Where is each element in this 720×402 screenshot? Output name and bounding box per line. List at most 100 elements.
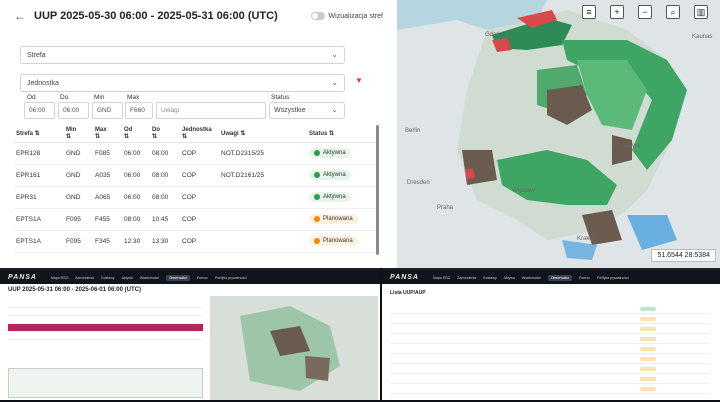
zone-brown-2[interactable] (612, 135, 632, 165)
col-do[interactable]: Do ⇅ (150, 125, 180, 143)
nav-item[interactable]: Dostawy (483, 276, 496, 280)
nav-item[interactable]: Aktywa (122, 276, 133, 280)
pansa-logo: PANSA (8, 273, 37, 281)
zone-brown-3[interactable] (462, 150, 497, 185)
col-status[interactable]: Status ⇅ (307, 125, 380, 143)
nav-item[interactable]: Obserwator (547, 274, 573, 281)
nav-item[interactable]: Mapa RSO (51, 276, 68, 280)
jednostka-select[interactable]: Jednostka ⌄ (20, 74, 345, 92)
cell-max: A035 (93, 164, 122, 187)
nav-item[interactable]: Wiadomości (140, 276, 159, 280)
city-label: Warszawa (612, 143, 640, 149)
status-badge: Aktywna (309, 148, 351, 158)
status-badge (640, 366, 656, 371)
city-label: Kaunas (692, 34, 713, 40)
zones-toggle[interactable] (310, 12, 325, 20)
col-strefa[interactable]: Strefa ⇅ (14, 125, 64, 143)
nav-item[interactable]: Pomoc (197, 276, 208, 280)
max-input[interactable]: F660 (125, 102, 153, 119)
list-item[interactable] (390, 324, 710, 334)
table-row[interactable]: EPR161 GND A035 06:00 08:00 COP NOT.D2161/25 Ak… (14, 164, 380, 187)
list-item[interactable] (390, 374, 710, 384)
cell-min: F095 (64, 230, 93, 253)
table-row[interactable]: EPR128 GND F085 06:00 08:00 COP NOT.D2315/25 Ak… (14, 142, 380, 165)
clear-filter-icon[interactable]: ▼ (355, 76, 363, 85)
nav-item[interactable]: Zamówienia (457, 276, 476, 280)
status-badge: Aktywna (309, 170, 351, 180)
col-uwagi[interactable]: Uwagi ⇅ (219, 125, 307, 143)
list-item[interactable] (390, 304, 710, 314)
nav-item[interactable]: Mapa RSO (433, 276, 450, 280)
status-text: Aktywna (323, 150, 346, 156)
nav-item[interactable]: Zamówienia (75, 276, 94, 280)
back-arrow-icon[interactable]: ← (14, 9, 26, 23)
layers-icon[interactable]: ≡ (582, 5, 596, 19)
cell-min: GND (64, 142, 93, 165)
status-badge: Planowana (309, 214, 358, 224)
nav-item[interactable]: Obserwator (165, 274, 191, 281)
status-label: Status (271, 94, 290, 101)
cell-jednostka: COP (180, 230, 219, 253)
status-dot-icon (314, 238, 320, 244)
list-item[interactable] (390, 314, 710, 324)
col-jednostka[interactable]: Jednostka ⇅ (180, 125, 219, 143)
status-dot-icon (314, 150, 320, 156)
cell-max: F085 (93, 142, 122, 165)
status-badge (640, 376, 656, 381)
zone-blue[interactable] (627, 215, 677, 250)
nav-item[interactable]: Dostawy (101, 276, 114, 280)
status-badge (640, 306, 656, 311)
nav-item[interactable]: Polityka prywatności (597, 276, 629, 280)
city-label: Gdańsk (485, 32, 506, 38)
cell-max: F455 (93, 208, 122, 231)
jednostka-placeholder: Jednostka (27, 80, 59, 87)
list-item[interactable] (390, 334, 710, 344)
zone-map[interactable]: Berlin Warszawa Gdańsk Praha Wrocław Kra… (397, 0, 720, 268)
list-item[interactable] (390, 344, 710, 354)
cell-uwagi: NOT.D2315/25 (219, 142, 307, 165)
status-dot-icon (314, 194, 320, 200)
do-label: Do (60, 94, 69, 101)
col-max[interactable]: Max ⇅ (93, 125, 122, 143)
list-item[interactable] (390, 364, 710, 374)
status-badge (640, 326, 656, 331)
nav-item[interactable]: Polityka prywatności (215, 276, 247, 280)
cell-uwagi (219, 230, 307, 253)
map-canvas[interactable] (397, 0, 720, 268)
zoom-in-icon[interactable]: + (610, 5, 624, 19)
table-row[interactable]: EPR31 GND A065 06:00 08:00 COP Aktywna (14, 186, 380, 209)
table-scrollbar[interactable] (376, 125, 379, 255)
status-select[interactable]: Wszystkie ⌄ (269, 102, 345, 119)
list-item[interactable] (390, 384, 710, 394)
col-min[interactable]: Min ⇅ (64, 125, 93, 143)
col-od[interactable]: Od ⇅ (122, 125, 150, 143)
strefa-select[interactable]: Strefa ⌄ (20, 46, 345, 64)
uwagi-input[interactable]: Uwagi (156, 102, 266, 119)
od-input[interactable]: 06:00 (24, 102, 55, 119)
do-input[interactable]: 06:00 (58, 102, 89, 119)
table-row[interactable]: EPTS1A F095 F345 12:30 13:30 COP Planowana (14, 230, 380, 253)
cell-status: Aktywna (307, 186, 380, 209)
min-label: Min (94, 94, 105, 101)
chevron-down-icon: ⌄ (331, 78, 338, 87)
status-badge (640, 346, 656, 351)
search-icon[interactable]: ⌕ (666, 5, 680, 19)
thumb1-map[interactable] (210, 296, 378, 400)
zoom-out-icon[interactable]: − (638, 5, 652, 19)
min-input[interactable]: GND (92, 102, 123, 119)
table-row[interactable]: EPTS1A F095 F455 08:00 10:45 COP Planowana (14, 208, 380, 231)
status-badge: Planowana (309, 236, 358, 246)
nav-item[interactable]: Aktywa (504, 276, 515, 280)
chart-icon[interactable]: ▥ (694, 5, 708, 19)
od-label: Od (27, 94, 36, 101)
nav-item[interactable]: Pomoc (579, 276, 590, 280)
status-text: Planowana (323, 216, 353, 222)
coords-readout: 51.6544 28.5384 (651, 249, 716, 262)
list-item[interactable] (390, 354, 710, 364)
max-label: Max (127, 94, 140, 101)
cell-status: Aktywna (307, 164, 380, 187)
chevron-down-icon: ⌄ (331, 105, 338, 114)
nav-item[interactable]: Wiadomości (522, 276, 541, 280)
cell-uwagi (219, 208, 307, 231)
top-nav: PANSA Mapa RSO Zamówienia Dostawy Aktywa Wia… (382, 270, 720, 284)
